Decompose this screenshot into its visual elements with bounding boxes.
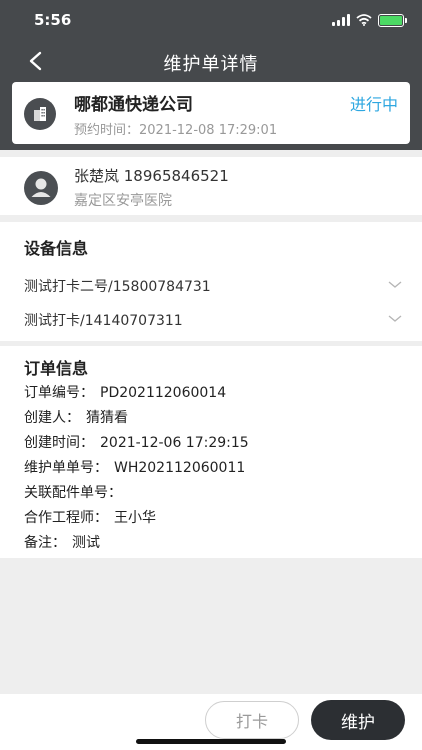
appointment-time: 预约时间：2021-12-08 17:29:01	[74, 119, 277, 138]
field-key: 维护单单号：	[24, 460, 108, 476]
order-field-maintenance-no: 维护单单号： WH202112060011	[24, 457, 245, 477]
order-field-created-time: 创建时间： 2021-12-06 17:29:15	[24, 432, 249, 452]
field-value: WH202112060011	[114, 460, 246, 476]
nav-bar: 维护单详情	[0, 40, 422, 82]
device-section: 设备信息 测试打卡二号/15800784731 测试打卡/14140707311	[0, 222, 422, 341]
order-section-title: 订单信息	[24, 359, 89, 378]
field-key: 备注：	[24, 535, 66, 551]
order-section: 订单信息 订单编号： PD202112060014 创建人： 猜猜看 创建时间： 20…	[0, 346, 422, 558]
status-bar: 5:56	[0, 0, 422, 40]
contact-name-phone: 张楚岚 18965846521	[74, 167, 229, 185]
device-item-label: 测试打卡/14140707311	[24, 313, 183, 329]
chevron-down-icon[interactable]	[388, 314, 402, 324]
building-icon	[24, 98, 56, 130]
field-key: 创建时间：	[24, 435, 94, 451]
field-value: 猜猜看	[86, 410, 128, 426]
checkin-button[interactable]: 打卡	[205, 701, 299, 739]
order-field-creator: 创建人： 猜猜看	[24, 407, 128, 427]
contact-address: 嘉定区安亭医院	[74, 193, 172, 209]
status-icons	[332, 13, 407, 27]
page-title: 维护单详情	[163, 54, 259, 75]
status-badge: 进行中	[349, 95, 398, 114]
field-value: 测试	[72, 535, 100, 551]
order-field-engineer: 合作工程师： 王小华	[24, 507, 156, 527]
field-value: 2021-12-06 17:29:15	[100, 435, 249, 451]
status-time: 5:56	[34, 11, 72, 29]
field-value: 王小华	[114, 510, 156, 526]
order-field-remark: 备注： 测试	[24, 532, 100, 552]
field-key: 合作工程师：	[24, 510, 108, 526]
appointment-value: 2021-12-08 17:29:01	[139, 123, 278, 138]
order-field-order-no: 订单编号： PD202112060014	[24, 382, 226, 402]
device-section-title: 设备信息	[24, 239, 89, 258]
company-name: 哪都通快递公司	[74, 95, 193, 115]
battery-icon	[378, 13, 407, 27]
field-value: PD202112060014	[100, 385, 227, 401]
field-key: 关联配件单号：	[24, 485, 122, 501]
appointment-label: 预约时间：	[74, 123, 140, 138]
order-field-parts-no: 关联配件单号：	[24, 482, 128, 502]
device-item[interactable]: 测试打卡/14140707311	[24, 310, 402, 334]
field-key: 创建人：	[24, 410, 80, 426]
signal-icon	[332, 14, 350, 26]
home-indicator	[136, 739, 286, 744]
field-key: 订单编号：	[24, 385, 94, 401]
avatar	[24, 171, 58, 205]
wifi-icon	[356, 14, 372, 26]
maintain-button[interactable]: 维护	[311, 700, 405, 740]
header: 5:56 维护单详情 哪都通快递公司 预约时间：2021-12-08 17:29…	[0, 0, 422, 150]
user-icon	[31, 178, 51, 197]
device-item-label: 测试打卡二号/15800784731	[24, 279, 211, 295]
device-item[interactable]: 测试打卡二号/15800784731	[24, 276, 402, 300]
chevron-down-icon[interactable]	[388, 280, 402, 290]
company-card: 哪都通快递公司 预约时间：2021-12-08 17:29:01 进行中	[12, 82, 410, 144]
contact-card: 张楚岚 18965846521 嘉定区安亭医院	[0, 157, 422, 215]
